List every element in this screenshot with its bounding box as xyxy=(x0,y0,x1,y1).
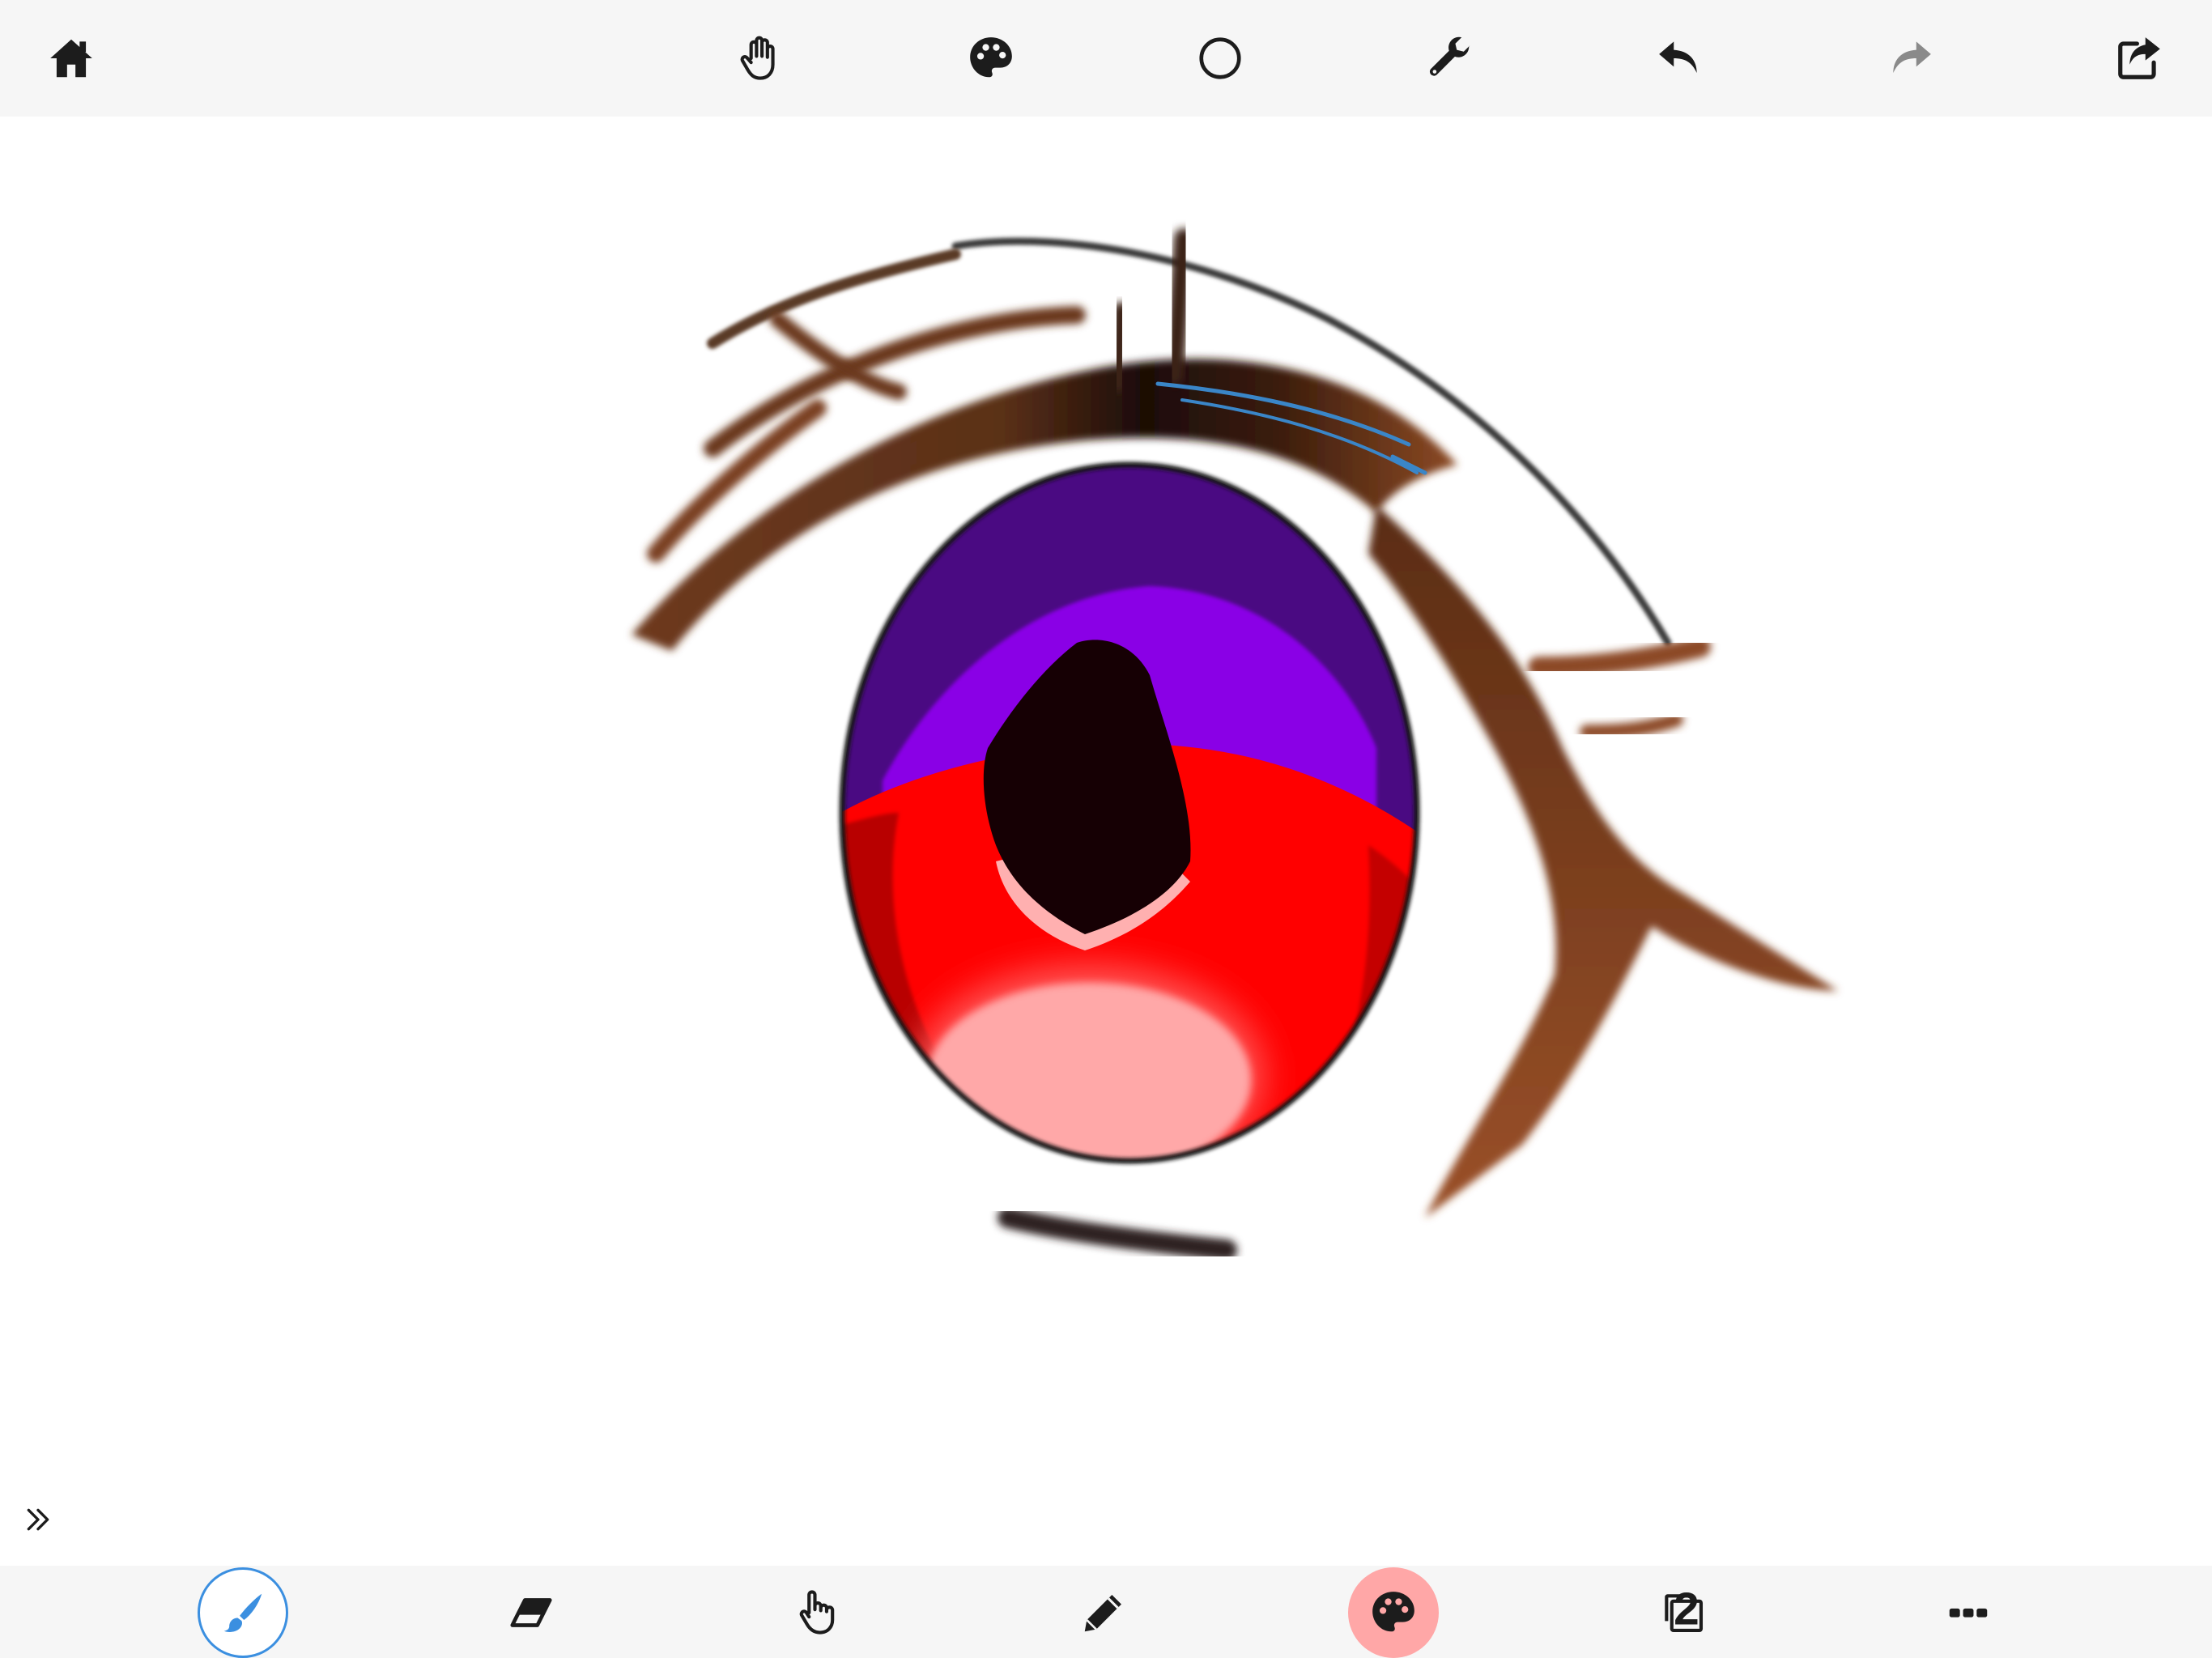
eraser-icon xyxy=(510,1598,552,1627)
layers-icon: 2 xyxy=(1665,1588,1704,1635)
shape-button[interactable] xyxy=(1188,26,1253,91)
redo-icon xyxy=(1893,41,1931,74)
top-toolbar xyxy=(0,0,2212,117)
finger-tool-button[interactable] xyxy=(770,1567,861,1658)
expand-panel-button[interactable] xyxy=(18,1499,58,1540)
brush-tool-button[interactable] xyxy=(198,1567,288,1658)
color-picker-button[interactable] xyxy=(1348,1567,1439,1658)
settings-button[interactable] xyxy=(1418,26,1482,91)
pencil-tool-button[interactable] xyxy=(1058,1567,1149,1658)
undo-icon xyxy=(1659,41,1697,74)
home-icon xyxy=(50,39,92,78)
finger-icon xyxy=(799,1590,835,1635)
palette-icon xyxy=(970,37,1012,78)
wrench-icon xyxy=(1429,36,1470,76)
pan-button[interactable] xyxy=(727,26,792,91)
redo-button[interactable] xyxy=(1878,26,1942,91)
home-button[interactable] xyxy=(39,26,104,91)
undo-button[interactable] xyxy=(1648,26,1712,91)
eye-artwork xyxy=(632,228,1838,1261)
bottom-toolbar: 2 xyxy=(0,1566,2212,1658)
pencil-icon xyxy=(1084,1595,1121,1632)
more-button[interactable] xyxy=(1923,1567,2014,1658)
share-button[interactable] xyxy=(2107,26,2172,91)
layer-count: 2 xyxy=(1674,1588,1699,1635)
share-icon xyxy=(2118,37,2160,79)
double-chevron-right-icon xyxy=(27,1508,49,1531)
more-icon xyxy=(1949,1608,1988,1618)
circle-icon xyxy=(1199,37,1241,79)
brush-icon xyxy=(223,1593,262,1632)
palette-button[interactable] xyxy=(959,26,1023,91)
drawing-canvas[interactable] xyxy=(0,117,2212,1566)
eraser-tool-button[interactable] xyxy=(486,1567,576,1658)
layers-button[interactable]: 2 xyxy=(1638,1567,1729,1658)
palette-icon xyxy=(1372,1592,1414,1632)
hand-icon xyxy=(740,36,775,80)
